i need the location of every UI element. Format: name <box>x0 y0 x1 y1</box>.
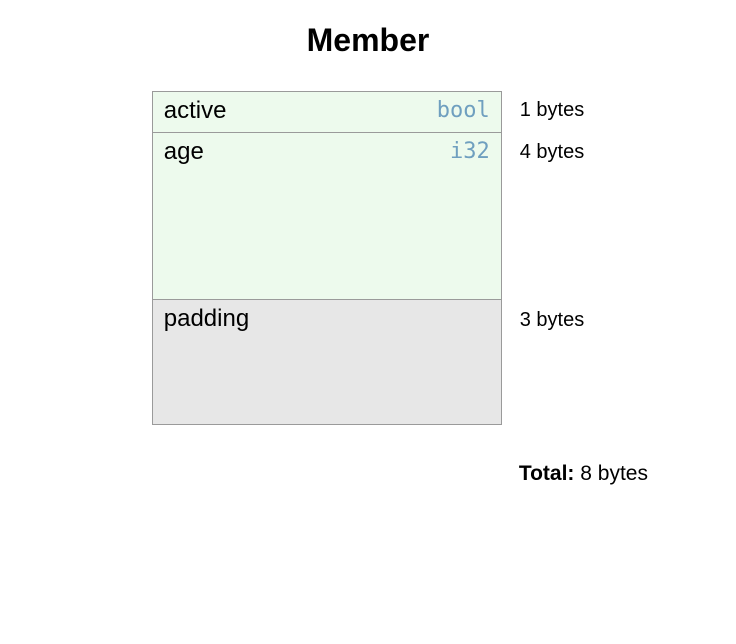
field-name: padding <box>164 305 249 334</box>
sizes-column: 1 bytes 4 bytes 3 bytes <box>520 91 584 434</box>
field-size: 3 bytes <box>520 308 584 434</box>
field-name: active <box>164 97 227 126</box>
total-value: 8 bytes <box>580 462 648 485</box>
field-type: i32 <box>450 138 490 167</box>
field-size: 4 bytes <box>520 140 584 308</box>
struct-title: Member <box>307 22 430 59</box>
layout-row: active bool age i32 padding 1 bytes 4 by… <box>152 91 584 434</box>
padding-row: padding <box>152 299 502 425</box>
total-line: Total: 8 bytes <box>88 462 648 486</box>
fields-column: active bool age i32 padding <box>152 91 502 425</box>
field-size: 1 bytes <box>520 98 584 140</box>
field-name: age <box>164 138 204 167</box>
field-row: active bool <box>152 91 502 133</box>
field-type: bool <box>437 97 490 126</box>
total-label: Total: <box>519 462 575 485</box>
field-row: age i32 <box>152 132 502 300</box>
